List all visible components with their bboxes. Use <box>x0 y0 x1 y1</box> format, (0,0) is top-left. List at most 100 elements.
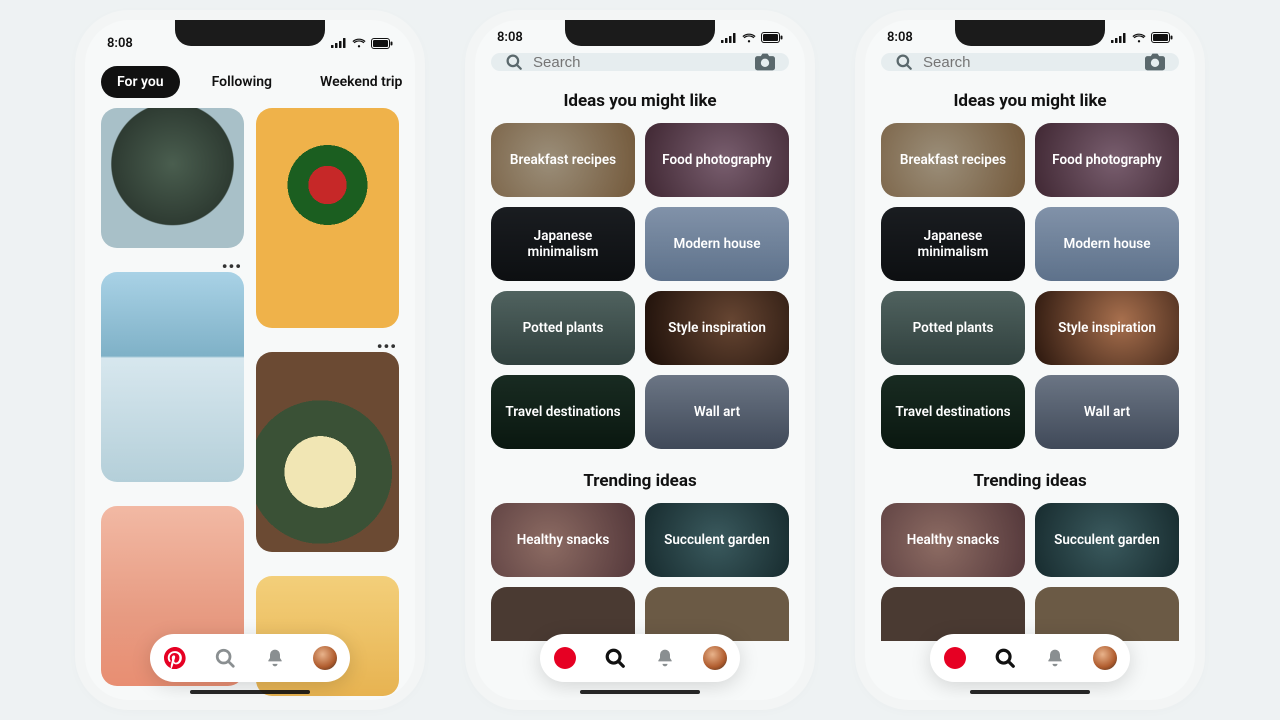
idea-food-photography[interactable]: Food photography <box>1035 123 1179 197</box>
search-icon <box>895 53 913 71</box>
signal-icon <box>721 33 737 43</box>
wifi-icon <box>1132 33 1146 43</box>
nav-search[interactable] <box>599 642 631 674</box>
avatar <box>1093 646 1117 670</box>
search-input[interactable] <box>923 54 1135 71</box>
status-time: 8:08 <box>887 30 913 45</box>
status-time: 8:08 <box>107 36 133 51</box>
search-icon <box>994 647 1016 669</box>
pinterest-icon <box>164 647 186 669</box>
idea-healthy-snacks[interactable]: Healthy snacks <box>881 503 1025 577</box>
search-icon <box>505 53 523 71</box>
idea-peek[interactable] <box>491 587 635 641</box>
bottom-nav <box>930 634 1130 682</box>
feed-col-right: ••• <box>256 108 399 610</box>
search-scroll[interactable]: Ideas you might like Breakfast recipes F… <box>475 85 805 700</box>
idea-healthy-snacks[interactable]: Healthy snacks <box>491 503 635 577</box>
idea-wall-art[interactable]: Wall art <box>645 375 789 449</box>
idea-breakfast-recipes[interactable]: Breakfast recipes <box>881 123 1025 197</box>
nav-notifications[interactable] <box>649 642 681 674</box>
nav-profile[interactable] <box>699 642 731 674</box>
idea-japanese-minimalism[interactable]: Japanese minimalism <box>491 207 635 281</box>
status-time: 8:08 <box>497 30 523 45</box>
idea-modern-house[interactable]: Modern house <box>645 207 789 281</box>
idea-succulent-garden[interactable]: Succulent garden <box>645 503 789 577</box>
tab-weekend-trip[interactable]: Weekend trip <box>304 66 415 98</box>
wifi-icon <box>742 33 756 43</box>
feed-tabs[interactable]: For you Following Weekend trip Kitche <box>85 56 415 108</box>
trending-title: Trending ideas <box>475 471 805 491</box>
pin[interactable] <box>256 352 399 566</box>
idea-wall-art[interactable]: Wall art <box>1035 375 1179 449</box>
bottom-nav <box>540 634 740 682</box>
nav-home[interactable] <box>549 642 581 674</box>
nav-notifications[interactable] <box>1039 642 1071 674</box>
idea-peek[interactable] <box>1035 587 1179 641</box>
status-right <box>721 32 783 43</box>
tab-following[interactable]: Following <box>196 66 288 98</box>
nav-profile[interactable] <box>1089 642 1121 674</box>
bottom-nav <box>150 634 350 682</box>
avatar <box>313 646 337 670</box>
search-icon <box>604 647 626 669</box>
idea-potted-plants[interactable]: Potted plants <box>881 291 1025 365</box>
nav-search[interactable] <box>989 642 1021 674</box>
status-right <box>331 38 393 49</box>
battery-icon <box>371 38 393 49</box>
camera-icon[interactable] <box>755 53 775 71</box>
pin[interactable]: ••• <box>256 108 399 342</box>
idea-japanese-minimalism[interactable]: Japanese minimalism <box>881 207 1025 281</box>
signal-icon <box>1111 33 1127 43</box>
idea-peek[interactable] <box>881 587 1025 641</box>
pinterest-icon <box>554 647 576 669</box>
status-right <box>1111 32 1173 43</box>
search-input[interactable] <box>533 54 745 71</box>
idea-style-inspiration[interactable]: Style inspiration <box>645 291 789 365</box>
idea-food-photography[interactable]: Food photography <box>645 123 789 197</box>
trending-title: Trending ideas <box>865 471 1195 491</box>
pin[interactable]: ••• <box>101 108 244 262</box>
idea-style-inspiration[interactable]: Style inspiration <box>1035 291 1179 365</box>
idea-succulent-garden[interactable]: Succulent garden <box>1035 503 1179 577</box>
ideas-grid: Breakfast recipes Food photography Japan… <box>865 123 1195 449</box>
ideas-title: Ideas you might like <box>475 91 805 111</box>
home-indicator[interactable] <box>190 690 310 694</box>
wifi-icon <box>352 38 366 48</box>
search-bar[interactable] <box>881 53 1179 71</box>
feed-col-left: ••• <box>101 108 244 610</box>
nav-home[interactable] <box>159 642 191 674</box>
search-icon <box>214 647 236 669</box>
phone-search: 8:08 Ideas you might like Breakfast reci… <box>475 20 805 700</box>
home-indicator[interactable] <box>580 690 700 694</box>
idea-travel-destinations[interactable]: Travel destinations <box>881 375 1025 449</box>
notch <box>175 20 325 46</box>
feed-grid[interactable]: ••• ••• <box>85 108 415 700</box>
notch <box>955 20 1105 46</box>
pin[interactable] <box>101 272 244 496</box>
search-scroll[interactable]: Ideas you might like Breakfast recipes F… <box>865 85 1195 700</box>
idea-modern-house[interactable]: Modern house <box>1035 207 1179 281</box>
tab-for-you[interactable]: For you <box>101 66 180 98</box>
idea-breakfast-recipes[interactable]: Breakfast recipes <box>491 123 635 197</box>
search-bar[interactable] <box>491 53 789 71</box>
idea-travel-destinations[interactable]: Travel destinations <box>491 375 635 449</box>
signal-icon <box>331 38 347 48</box>
avatar <box>703 646 727 670</box>
nav-home[interactable] <box>939 642 971 674</box>
nav-notifications[interactable] <box>259 642 291 674</box>
camera-icon[interactable] <box>1145 53 1165 71</box>
trending-grid: Healthy snacks Succulent garden <box>865 503 1195 641</box>
battery-icon <box>761 32 783 43</box>
home-indicator[interactable] <box>970 690 1090 694</box>
bell-icon <box>265 648 285 668</box>
trending-grid: Healthy snacks Succulent garden <box>475 503 805 641</box>
nav-profile[interactable] <box>309 642 341 674</box>
idea-peek[interactable] <box>645 587 789 641</box>
idea-potted-plants[interactable]: Potted plants <box>491 291 635 365</box>
ideas-grid: Breakfast recipes Food photography Japan… <box>475 123 805 449</box>
nav-search[interactable] <box>209 642 241 674</box>
notch <box>565 20 715 46</box>
bell-icon <box>655 648 675 668</box>
pinterest-icon <box>944 647 966 669</box>
phone-search-variant: 8:08 Ideas you might like Breakfast reci… <box>865 20 1195 700</box>
